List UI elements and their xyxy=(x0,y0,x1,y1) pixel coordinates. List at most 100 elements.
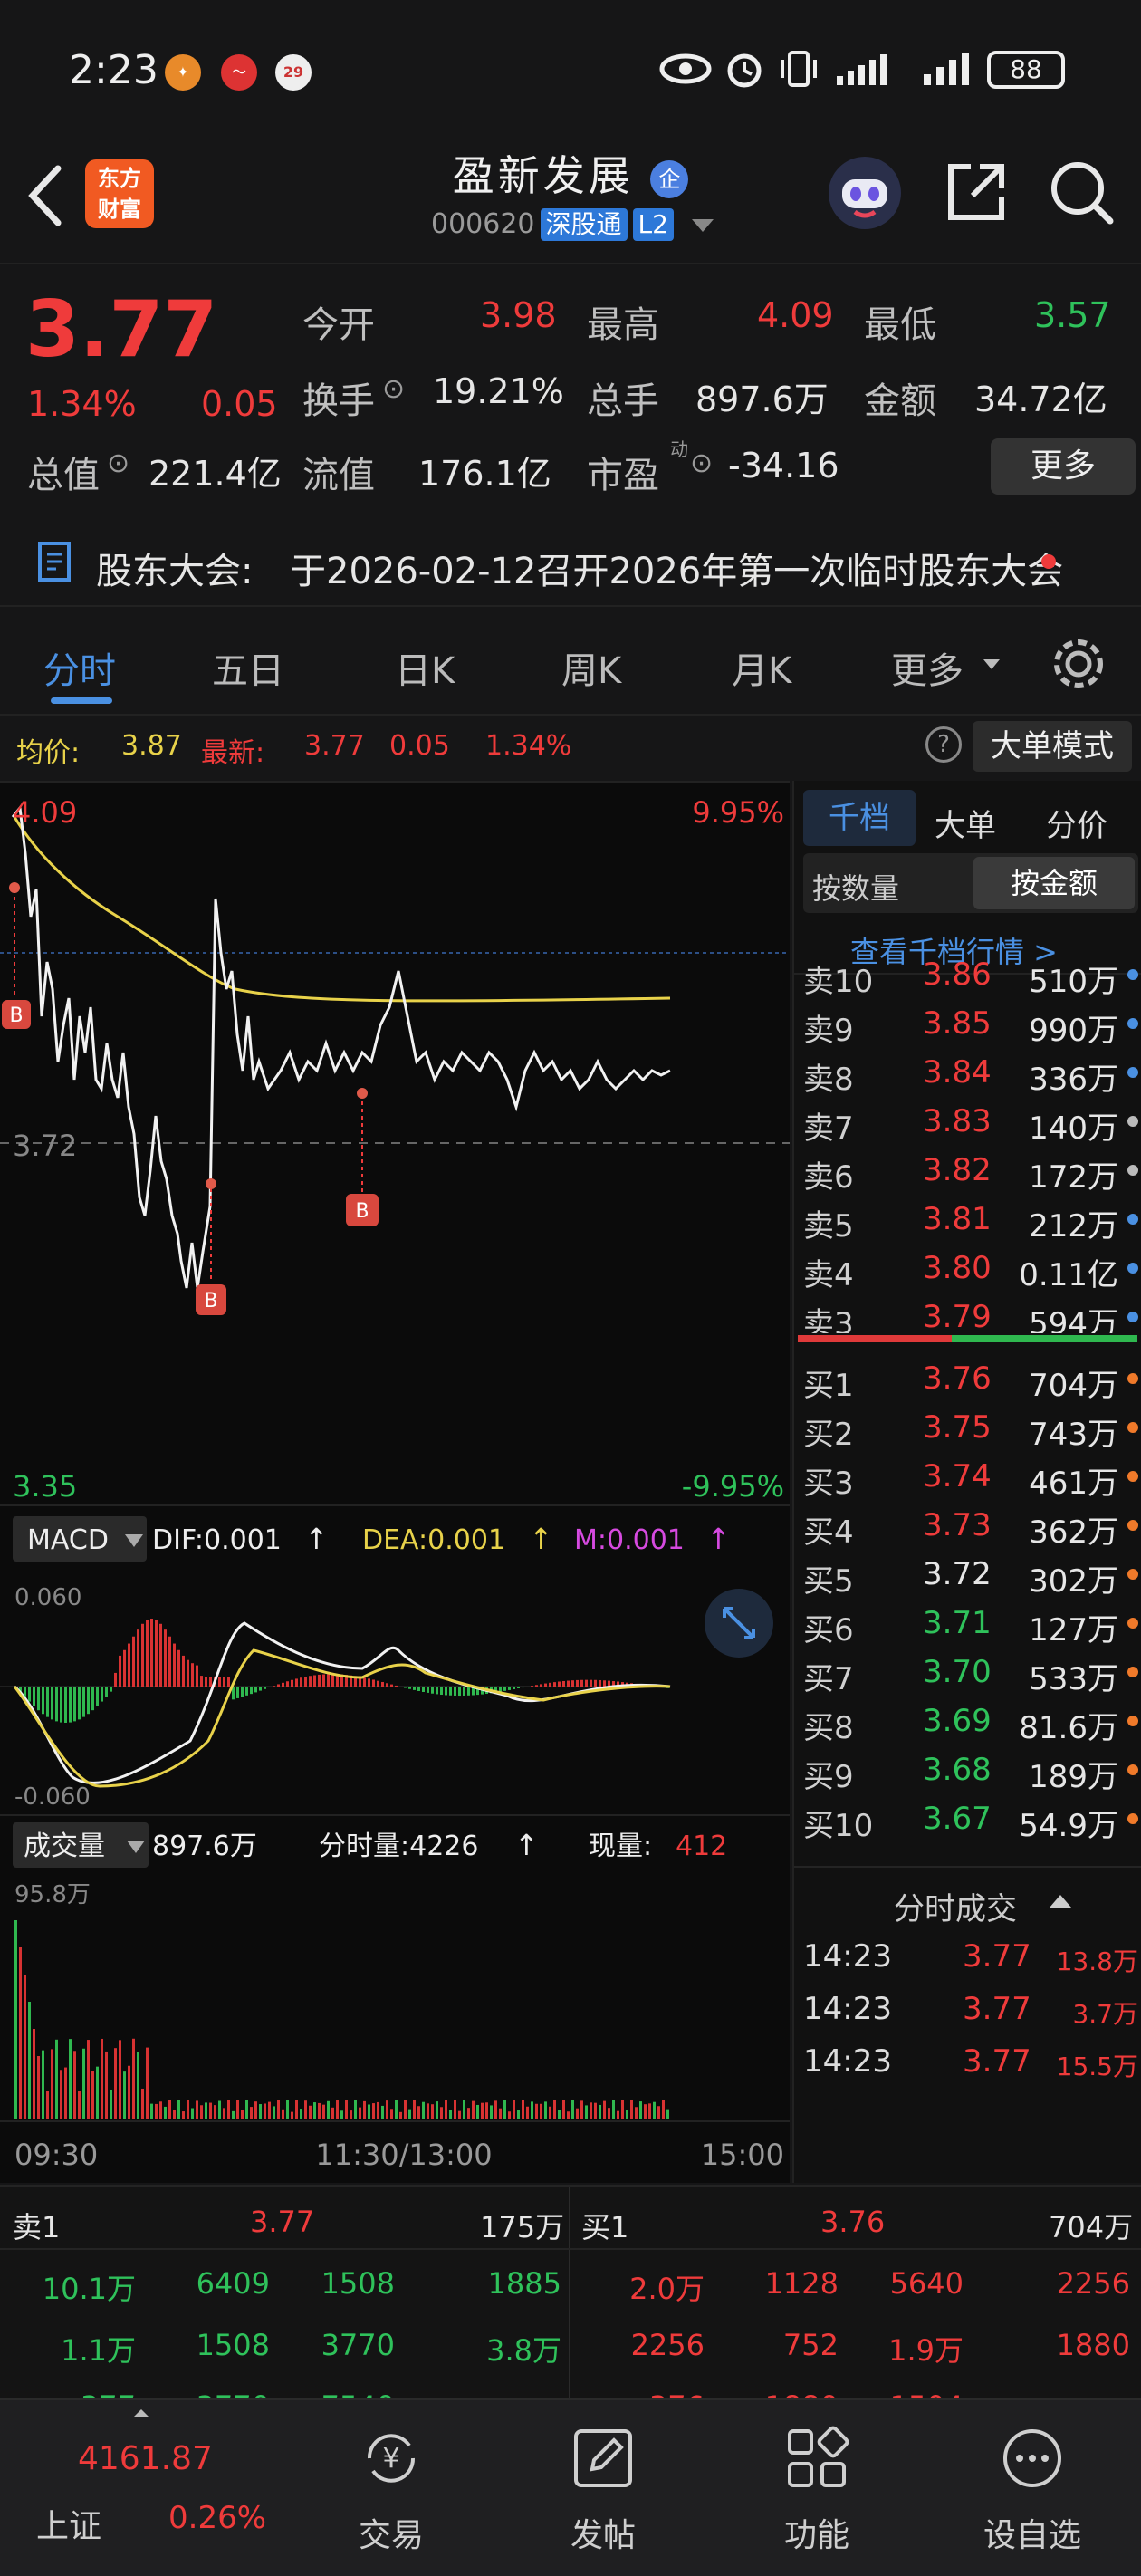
ask-row[interactable]: 卖5 3.81 212万 xyxy=(803,1194,1138,1245)
intraday-chart[interactable]: B B B 4.09 9.95% 3.72 3.35 -9.95% MACD D… xyxy=(0,781,790,2183)
trades-title[interactable]: 分时成交 xyxy=(894,1884,1017,1928)
ask-row[interactable]: 卖7 3.83 140万 xyxy=(803,1096,1138,1147)
level-price: 3.69 xyxy=(923,1703,992,1739)
volume-bar xyxy=(313,2102,316,2119)
info-circle-icon[interactable]: ⊙ xyxy=(107,447,129,479)
buy-marker[interactable]: B xyxy=(355,1200,369,1223)
queue-cell: 1880 xyxy=(1056,2328,1130,2362)
ask-row[interactable]: 卖6 3.82 172万 xyxy=(803,1145,1138,1196)
volume-selector[interactable]: 成交量 xyxy=(24,1831,105,1862)
mode-by-quantity[interactable]: 按数量 xyxy=(812,866,899,908)
nav-add-watchlist[interactable]: 设自选 xyxy=(924,2400,1141,2576)
volume-bar xyxy=(436,2101,438,2119)
volume-bar xyxy=(51,2049,53,2119)
y-bottom-pct: -9.95% xyxy=(682,1469,784,1504)
vibrate-icon xyxy=(781,51,817,87)
level-label: 买8 xyxy=(803,1710,854,1746)
bid-row[interactable]: 买4 3.73 362万 xyxy=(803,1500,1138,1551)
trade-price: 3.77 xyxy=(963,1938,1031,1975)
bid-row[interactable]: 买6 3.71 127万 xyxy=(803,1598,1138,1648)
volume-bar xyxy=(621,2100,624,2119)
mktcap-label: 总值 xyxy=(27,455,100,496)
buy-marker[interactable]: B xyxy=(204,1290,217,1312)
volume-bar xyxy=(191,2108,194,2119)
volume-bar xyxy=(417,2106,420,2119)
bid-row[interactable]: 买5 3.72 302万 xyxy=(803,1549,1138,1600)
nav-post[interactable]: 发帖 xyxy=(494,2400,712,2576)
volume-bar xyxy=(232,2110,235,2119)
share-icon[interactable] xyxy=(944,159,1009,225)
buy-marker[interactable]: B xyxy=(9,1004,23,1027)
queue-grid: 10.1万6409150818851.1万150837703.8万3773770… xyxy=(0,2250,1141,2400)
level-label: 买7 xyxy=(803,1661,854,1697)
search-icon[interactable] xyxy=(1047,158,1116,226)
info-circle-icon[interactable]: ⊙ xyxy=(690,447,713,479)
dif-line xyxy=(14,1621,671,1784)
ask-row[interactable]: 卖4 3.80 0.11亿 xyxy=(803,1243,1138,1293)
tab-daily-k[interactable]: 日K xyxy=(395,641,455,694)
ask-ratio-bar xyxy=(798,1335,952,1342)
nav-trade[interactable]: ¥ 交易 xyxy=(283,2400,500,2576)
tab-5day[interactable]: 五日 xyxy=(212,641,284,694)
bid-row[interactable]: 买1 3.76 704万 xyxy=(803,1353,1138,1404)
level-amount: 54.9万 xyxy=(1019,1808,1118,1844)
chevron-down-icon[interactable] xyxy=(691,218,714,232)
tab-weekly-k[interactable]: 周K xyxy=(561,641,621,694)
volume-bar xyxy=(422,2101,425,2119)
volume-bar xyxy=(494,2100,497,2119)
notice-bar[interactable]: 股东大会: 于2026-02-12召开2026年第一次临时股东大会 xyxy=(0,507,1141,607)
current-price: 3.77 xyxy=(25,284,218,375)
gear-icon[interactable] xyxy=(1049,634,1108,694)
level-label: 卖8 xyxy=(803,1062,854,1098)
queue-cell: 2.0万 xyxy=(629,2272,705,2306)
bid-row[interactable]: 买10 3.67 54.9万 xyxy=(803,1793,1138,1844)
tab-price-dist[interactable]: 分价 xyxy=(1046,801,1107,845)
notice-text: 于2026-02-12召开2026年第一次临时股东大会 xyxy=(290,551,1064,592)
trade-time: 14:23 xyxy=(803,1938,892,1975)
tab-monthly-k[interactable]: 月K xyxy=(732,641,791,694)
level-price: 3.85 xyxy=(923,1005,992,1042)
macd-m: M:0.001 xyxy=(574,1524,685,1556)
nav-functions[interactable]: 功能 xyxy=(708,2400,925,2576)
volume-bar xyxy=(318,2102,321,2119)
order-dot-icon xyxy=(1127,1471,1138,1482)
queue-cell: 1.1万 xyxy=(61,2333,136,2368)
volume-bar xyxy=(399,2111,402,2119)
latest-label: 最新: xyxy=(201,737,265,769)
bid-row[interactable]: 买2 3.75 743万 xyxy=(803,1402,1138,1453)
bid-row[interactable]: 买9 3.68 189万 xyxy=(803,1745,1138,1795)
macd-bar xyxy=(101,1687,103,1702)
ask-row[interactable]: 卖8 3.84 336万 xyxy=(803,1047,1138,1098)
volume-bar xyxy=(37,2056,40,2119)
ask-row[interactable]: 卖10 3.86 510万 xyxy=(803,962,1138,1000)
macd-bar xyxy=(218,1677,221,1687)
macd-selector[interactable]: MACD xyxy=(27,1524,109,1556)
bid-row[interactable]: 买7 3.70 533万 xyxy=(803,1647,1138,1697)
help-icon[interactable]: ? xyxy=(925,726,962,763)
tab-big-order[interactable]: 大单 xyxy=(935,801,996,845)
more-button[interactable]: 更多 xyxy=(991,438,1136,495)
mode-by-amount[interactable]: 按金额 xyxy=(973,857,1135,909)
chevron-up-icon[interactable] xyxy=(1050,1895,1071,1908)
ask-row[interactable]: 卖3 3.79 594万 xyxy=(803,1292,1138,1333)
tab-more[interactable]: 更多 xyxy=(891,641,964,694)
info-circle-icon[interactable]: ⊙ xyxy=(382,373,405,405)
bid-row[interactable]: 买8 3.69 81.6万 xyxy=(803,1696,1138,1746)
order-dot-icon xyxy=(1127,1422,1138,1433)
order-dot-icon xyxy=(1127,1067,1138,1078)
macd-bar xyxy=(309,1676,312,1687)
macd-bar xyxy=(599,1679,601,1687)
volume-bar xyxy=(662,2100,665,2119)
tab-1000-level[interactable]: 千档 xyxy=(803,790,916,846)
turnover-label: 换手 xyxy=(302,380,375,422)
macd-bar xyxy=(508,1687,511,1690)
tab-intraday[interactable]: 分时 xyxy=(43,641,116,694)
stock-code-line[interactable]: 000620 深股通 L2 xyxy=(431,208,714,241)
y-top-price: 4.09 xyxy=(13,795,77,830)
ask-row[interactable]: 卖9 3.85 990万 xyxy=(803,998,1138,1049)
index-ticker[interactable]: 4161.87 上证 0.26% xyxy=(0,2400,266,2576)
intraday-chart-area[interactable]: B B B 4.09 9.95% 3.72 3.35 -9.95% MACD D… xyxy=(0,781,790,2183)
robot-assistant-icon[interactable] xyxy=(826,154,904,232)
big-order-mode-button[interactable]: 大单模式 xyxy=(973,721,1132,772)
bid-row[interactable]: 买3 3.74 461万 xyxy=(803,1451,1138,1502)
